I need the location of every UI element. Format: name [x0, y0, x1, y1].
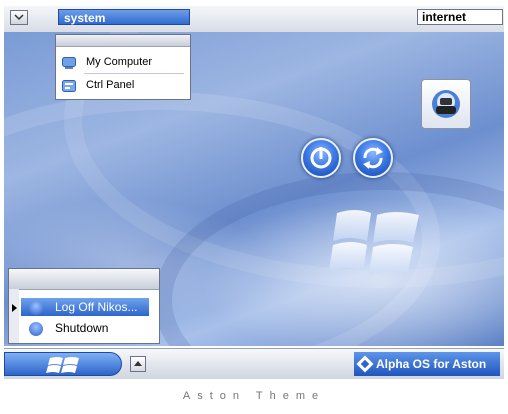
- menu-item-ctrl-panel[interactable]: Ctrl Panel: [62, 75, 134, 95]
- brand-label: Alpha OS for Aston: [354, 352, 500, 376]
- menu-item-label: Ctrl Panel: [86, 79, 135, 91]
- menu-item-label: Log Off Nikos...: [55, 300, 138, 314]
- brand-text: Alpha OS for Aston: [376, 357, 487, 371]
- start-menu-panel: Log Off Nikos... Shutdown: [8, 268, 160, 344]
- windows-logo: [329, 210, 419, 275]
- chevron-down-icon: [14, 14, 24, 21]
- logoff-icon: [29, 300, 43, 315]
- windows-flag-icon: [46, 357, 79, 373]
- shutdown-icon: [29, 321, 43, 336]
- restart-button[interactable]: [353, 138, 393, 178]
- start-menu-header: [9, 269, 159, 290]
- system-dropdown-menu: My Computer Ctrl Panel: [55, 34, 191, 100]
- menu-item-label: My Computer: [86, 56, 153, 68]
- menu-item-my-computer[interactable]: My Computer: [62, 52, 152, 72]
- top-bar: system internet: [4, 6, 504, 33]
- phone-widget-button[interactable]: [421, 79, 471, 129]
- internet-field[interactable]: internet: [417, 9, 503, 25]
- system-menu-field[interactable]: system: [58, 9, 190, 25]
- caption-text: Aston Theme: [182, 390, 326, 402]
- menu-item-shutdown[interactable]: Shutdown: [21, 319, 149, 337]
- chevron-up-icon: [134, 361, 142, 366]
- computer-icon: [62, 56, 76, 70]
- start-button[interactable]: [4, 352, 122, 376]
- diamond-icon: [356, 355, 374, 373]
- restart-icon: [363, 147, 383, 169]
- menu-header: [56, 35, 190, 47]
- phone-icon: [432, 90, 460, 118]
- menu-dropdown-button[interactable]: [10, 10, 28, 25]
- power-icon: [310, 147, 332, 169]
- selection-arrow-icon: [12, 304, 17, 312]
- tray-toggle-button[interactable]: [130, 356, 146, 372]
- menu-item-label: Shutdown: [55, 321, 109, 335]
- power-button[interactable]: [301, 138, 341, 178]
- menu-item-logoff[interactable]: Log Off Nikos...: [21, 298, 149, 316]
- control-panel-icon: [62, 79, 76, 93]
